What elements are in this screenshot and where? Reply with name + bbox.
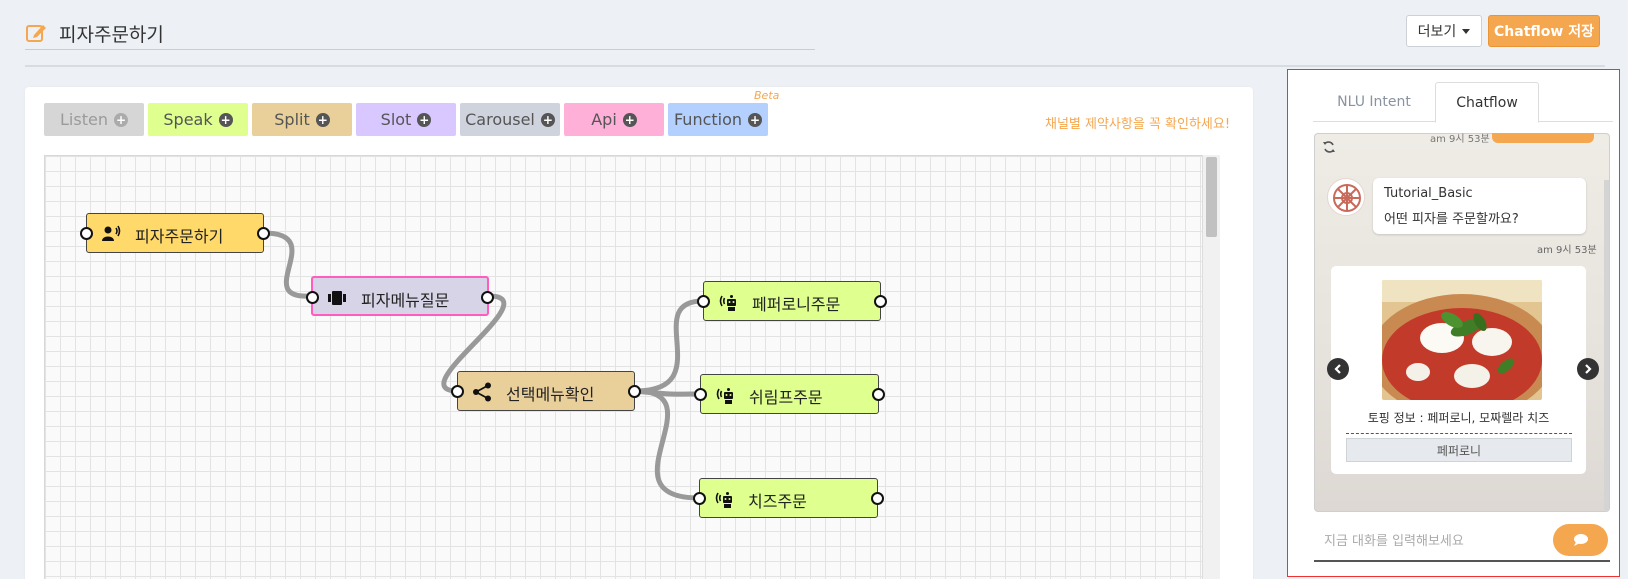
chat-input[interactable]: [1324, 528, 1524, 554]
speak-robot-icon: [716, 388, 733, 404]
save-chatflow-button[interactable]: Chatflow 저장: [1488, 15, 1600, 47]
node-output-port[interactable]: [257, 227, 270, 240]
plus-circle-icon: +: [540, 112, 555, 127]
more-button[interactable]: 더보기: [1406, 15, 1482, 47]
plus-circle-icon: +: [315, 112, 330, 127]
tab-chatflow[interactable]: Chatflow: [1435, 82, 1539, 123]
node-select-menu-split[interactable]: 선택메뉴확인: [451, 371, 641, 411]
add-slot-button[interactable]: Slot +: [356, 103, 456, 136]
listen-icon: [102, 225, 121, 241]
chevron-left-icon: [1334, 364, 1341, 374]
plus-circle-icon: +: [417, 112, 432, 127]
chat-scrollbar[interactable]: [1604, 180, 1609, 510]
node-shrimp-order[interactable]: 쉬림프주문: [694, 374, 885, 414]
slot-label: Slot: [380, 110, 412, 129]
add-split-button[interactable]: Split +: [252, 103, 352, 136]
function-label: Function: [673, 110, 743, 129]
previous-message-time: am 9시 53분: [1430, 134, 1490, 145]
node-pizza-menu-question[interactable]: 피자메뉴질문: [306, 276, 494, 316]
beta-badge: Beta: [754, 89, 780, 102]
panel-tabs: NLU Intent Chatflow: [1313, 82, 1613, 123]
speak-label: Speak: [163, 110, 213, 129]
node-input-port[interactable]: [306, 291, 319, 304]
channel-notice: 채널별 제약사항을 꼭 확인하세요!: [1045, 117, 1231, 132]
plus-circle-icon: +: [622, 112, 637, 127]
node-label: 피자주문하기: [135, 227, 224, 246]
add-function-button[interactable]: Function +: [668, 103, 768, 136]
canvas-scrollbar[interactable]: [1202, 155, 1220, 579]
node-input-port[interactable]: [451, 385, 464, 398]
node-label: 페퍼로니주문: [752, 295, 841, 314]
bot-name: Tutorial_Basic: [1384, 186, 1473, 201]
header-divider: [25, 65, 1605, 67]
node-label: 치즈주문: [748, 492, 807, 511]
plus-circle-icon: +: [113, 112, 128, 127]
tab-nlu-intent[interactable]: NLU Intent: [1313, 82, 1435, 122]
node-pepperoni-order[interactable]: 페퍼로니주문: [697, 281, 887, 321]
card-description: 토핑 정보 : 페퍼로니, 모짜렐라 치즈: [1367, 411, 1550, 425]
carousel-card: 토핑 정보 : 페퍼로니, 모짜렐라 치즈 페퍼로니: [1331, 266, 1586, 474]
bot-avatar: [1327, 178, 1365, 216]
share-icon: [473, 382, 491, 402]
node-output-port[interactable]: [871, 492, 884, 505]
node-output-port[interactable]: [874, 295, 887, 308]
carousel-icon: [328, 291, 346, 305]
listen-label: Listen: [60, 110, 108, 129]
page-title-bar: 피자주문하기: [25, 18, 815, 50]
node-input-port[interactable]: [697, 295, 710, 308]
node-cheese-order[interactable]: 치즈주문: [693, 478, 884, 518]
page-title[interactable]: 피자주문하기: [59, 20, 164, 47]
refresh-icon[interactable]: [1322, 140, 1336, 154]
card-pepperoni-button[interactable]: 페퍼로니: [1346, 438, 1572, 462]
node-input-port[interactable]: [80, 227, 93, 240]
bot-message-text: 어떤 피자를 주문할까요?: [1384, 212, 1519, 227]
node-start[interactable]: 피자주문하기: [80, 213, 270, 253]
previous-user-bubble: [1492, 133, 1594, 143]
add-listen-button[interactable]: Listen +: [44, 103, 144, 136]
plus-circle-icon: +: [218, 112, 233, 127]
node-output-port[interactable]: [481, 291, 494, 304]
edit-icon: [26, 25, 46, 42]
pizza-photo: [1382, 280, 1542, 400]
card-divider: [1346, 433, 1572, 434]
node-label: 선택메뉴확인: [506, 385, 595, 404]
speak-robot-icon: [715, 492, 732, 508]
node-output-port[interactable]: [628, 385, 641, 398]
message-time: am 9시 53분: [1537, 245, 1597, 256]
add-api-button[interactable]: Api +: [564, 103, 664, 136]
node-label: 피자메뉴질문: [361, 291, 450, 310]
more-button-label: 더보기: [1417, 24, 1457, 40]
node-output-port[interactable]: [872, 388, 885, 401]
node-label: 쉬림프주문: [749, 388, 823, 407]
plus-circle-icon: +: [748, 112, 763, 127]
chevron-right-icon: [1585, 364, 1592, 374]
carousel-next-button[interactable]: [1577, 358, 1599, 380]
node-input-port[interactable]: [694, 388, 707, 401]
speak-robot-icon: [719, 295, 736, 311]
carousel-prev-button[interactable]: [1327, 358, 1349, 380]
scrollbar-thumb[interactable]: [1206, 157, 1217, 237]
pizza-image: [1382, 280, 1542, 400]
caret-down-icon: [1462, 28, 1471, 34]
chat-bubble-icon: [1573, 534, 1588, 546]
send-button[interactable]: [1553, 524, 1608, 556]
api-label: Api: [591, 110, 617, 129]
split-label: Split: [274, 110, 310, 129]
add-speak-button[interactable]: Speak +: [148, 103, 248, 136]
carousel-label: Carousel: [465, 110, 535, 129]
bot-message-bubble: Tutorial_Basic 어떤 피자를 주문할까요?: [1373, 178, 1586, 234]
node-input-port[interactable]: [693, 492, 706, 505]
add-carousel-button[interactable]: Carousel +: [460, 103, 560, 136]
